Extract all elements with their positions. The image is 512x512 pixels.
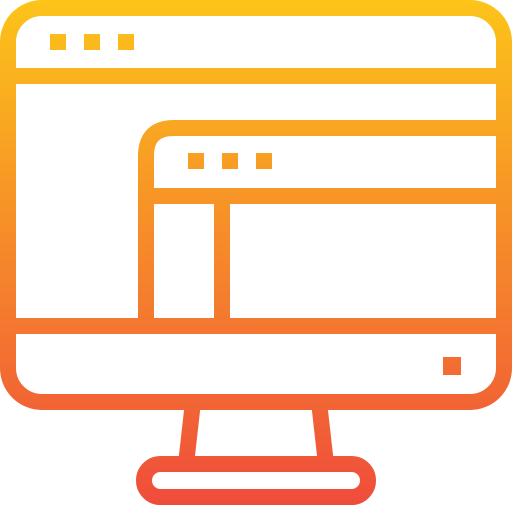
monitor-base — [136, 456, 376, 505]
monitor-neck-right — [311, 401, 334, 465]
outer-window-dot-1 — [50, 34, 66, 50]
power-indicator-icon — [443, 357, 461, 375]
inner-window-dot-3 — [256, 153, 272, 169]
monitor-browser-icon — [0, 0, 512, 512]
monitor-browser-svg — [0, 0, 512, 505]
monitor-neck-left — [178, 401, 201, 465]
monitor-frame — [0, 0, 512, 410]
inner-window-dot-1 — [188, 153, 204, 169]
outer-window-dot-2 — [84, 34, 100, 50]
outer-window-dot-3 — [118, 34, 134, 50]
inner-window-dot-2 — [222, 153, 238, 169]
